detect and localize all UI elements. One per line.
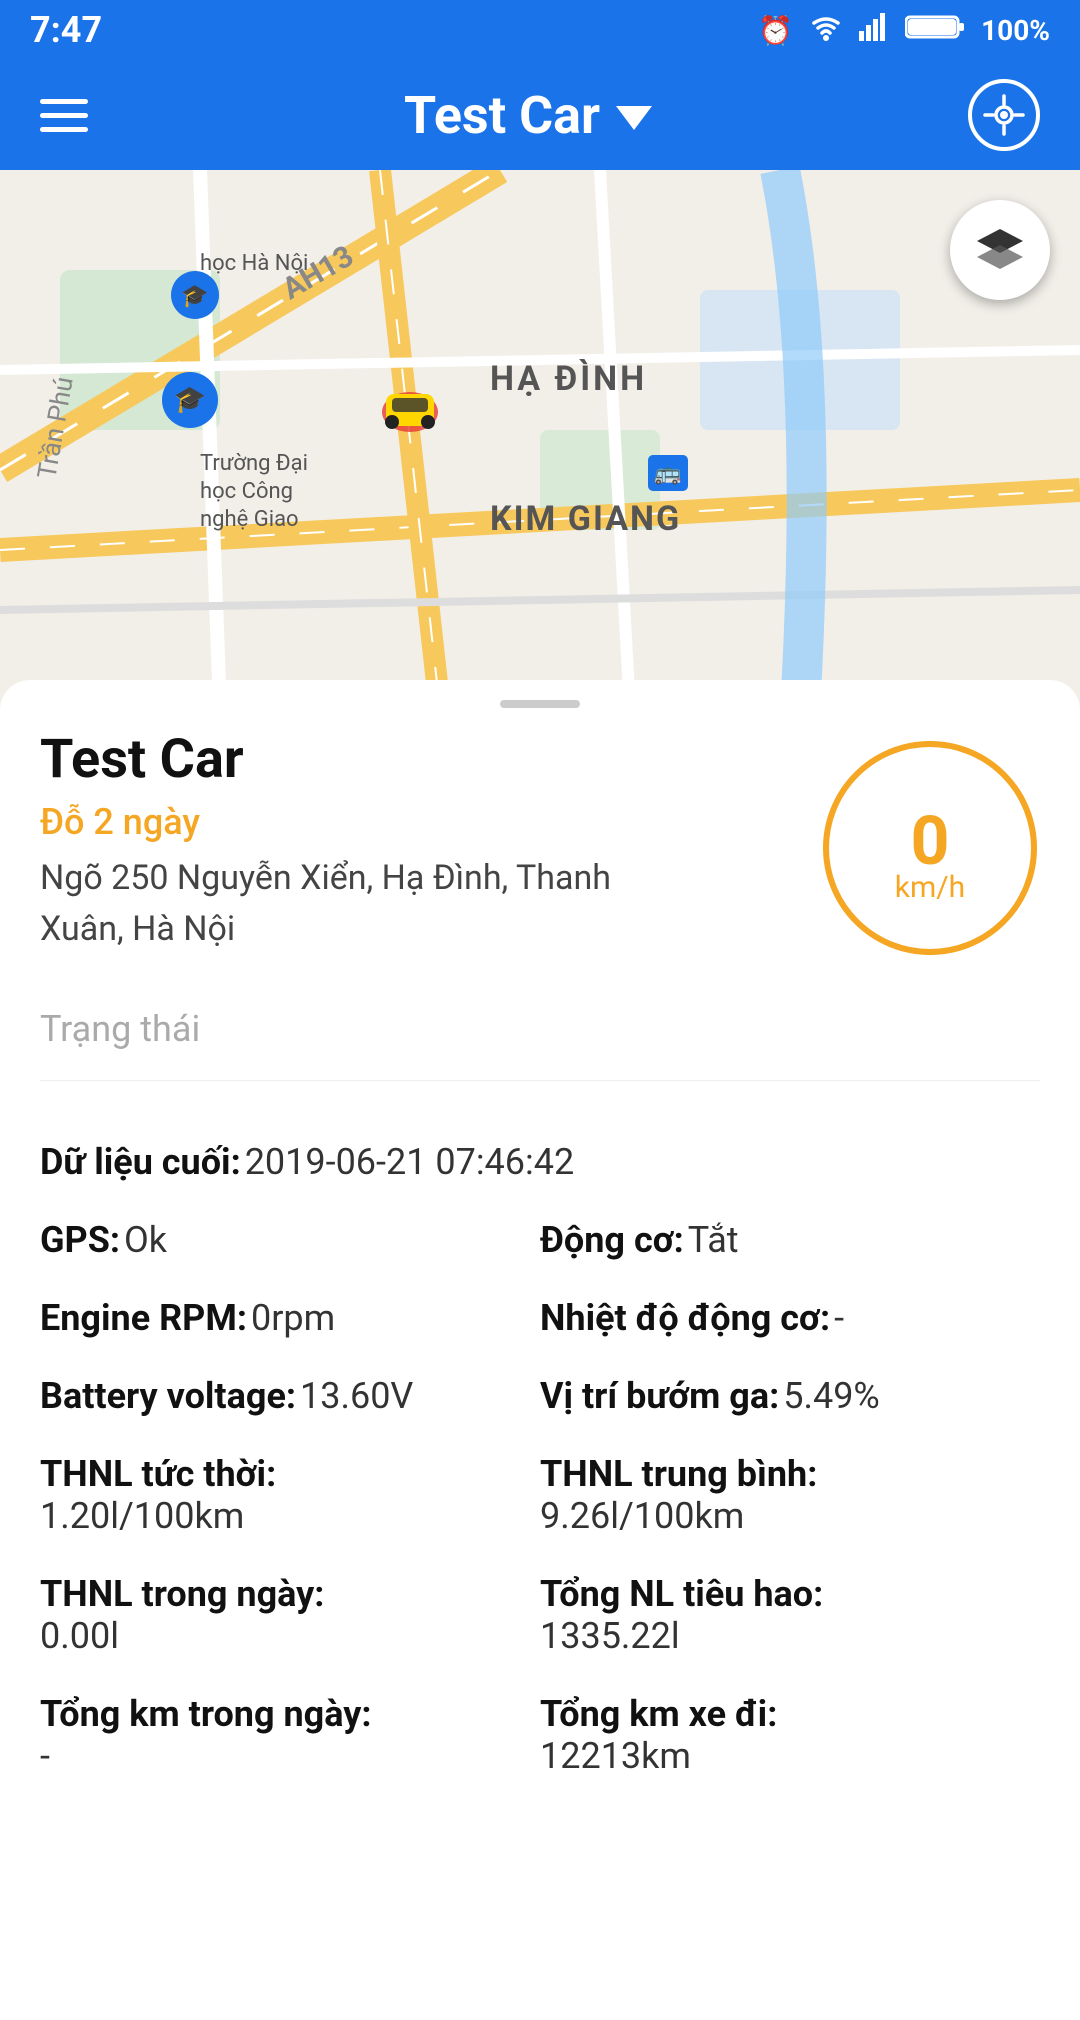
thnl-tucthoi-value: 1.20l/100km (40, 1495, 540, 1537)
vehicle-address: Ngõ 250 Nguyễn Xiển, Hạ Đình, Thanh Xuân… (40, 853, 620, 955)
gps-label: GPS: (40, 1219, 120, 1261)
speed-value: 0 (910, 807, 949, 875)
vehicle-status-text: Đỗ 2 ngày (40, 801, 820, 843)
trang-thai-section: Trạng thái (40, 978, 1040, 1081)
vehicle-selector[interactable]: Test Car (404, 85, 652, 146)
battery-vitri-row: Battery voltage: 13.60V Vị trí bướm ga: … (40, 1375, 1040, 1417)
rpm-label: Engine RPM: (40, 1297, 247, 1339)
status-bar: 7:47 ⏰ (0, 0, 1080, 60)
tongNL-label: Tổng NL tiêu hao: (540, 1573, 1040, 1615)
vehicle-name: Test Car (40, 728, 820, 791)
thnl-trongngay-label: THNL trong ngày: (40, 1573, 540, 1615)
tongkm-xedi-col: Tổng km xe đi: 12213km (540, 1693, 1040, 1777)
nhietdo-label: Nhiệt độ động cơ: (540, 1297, 830, 1339)
speedometer: 0 km/h (820, 738, 1040, 958)
thnl-tongNL-row: THNL trong ngày: 0.00l Tổng NL tiêu hao:… (40, 1573, 1040, 1657)
tongkm-trongngay-col: Tổng km trong ngày: - (40, 1693, 540, 1777)
menu-button[interactable] (40, 99, 88, 132)
thnl-trungbinh-label: THNL trung bình: (540, 1453, 1040, 1495)
vitribuomga-col: Vị trí bướm ga: 5.49% (540, 1375, 1040, 1417)
car-marker (370, 370, 450, 450)
dongco-col: Động cơ: Tắt (540, 1219, 1040, 1261)
dongco-label: Động cơ: (540, 1219, 684, 1261)
tongNL-col: Tổng NL tiêu hao: 1335.22l (540, 1573, 1040, 1657)
tongkm-trongngay-value: - (40, 1735, 540, 1777)
vehicle-info: Test Car Đỗ 2 ngày Ngõ 250 Nguyễn Xiển, … (40, 728, 820, 955)
top-bar: Test Car (0, 60, 1080, 170)
svg-text:học Công: học Công (200, 479, 293, 504)
top-bar-vehicle-name: Test Car (404, 85, 600, 146)
tongkm-xedi-label: Tổng km xe đi: (540, 1693, 1040, 1735)
svg-text:🚌: 🚌 (654, 461, 681, 486)
vitribuomga-label: Vị trí bướm ga: (540, 1375, 779, 1417)
vitribuomga-value: 5.49% (783, 1375, 880, 1417)
panel-handle[interactable] (40, 680, 1040, 728)
thnl-trungbinh-col: THNL trung bình: 9.26l/100km (540, 1453, 1040, 1537)
nhietdo-value: - (834, 1297, 844, 1339)
rpm-col: Engine RPM: 0rpm (40, 1297, 540, 1339)
rpm-value: 0rpm (251, 1297, 335, 1339)
rpm-nhietdo-row: Engine RPM: 0rpm Nhiệt độ động cơ: - (40, 1297, 1040, 1339)
data-section: Dữ liệu cuối: 2019-06-21 07:46:42 GPS: O… (40, 1111, 1040, 1777)
svg-text:nghệ Giao: nghệ Giao (200, 507, 299, 532)
tongNL-value: 1335.22l (540, 1615, 1040, 1657)
thnl-trongngay-col: THNL trong ngày: 0.00l (40, 1573, 540, 1657)
speed-unit: km/h (895, 870, 965, 905)
status-time: 7:47 (30, 9, 102, 51)
tongkm-trongngay-label: Tổng km trong ngày: (40, 1693, 540, 1735)
chevron-down-icon (616, 106, 652, 130)
svg-text:Trường Đại: Trường Đại (200, 451, 308, 476)
gps-value: Ok (124, 1219, 167, 1261)
battery-label: Battery voltage: (40, 1375, 296, 1417)
gps-dongco-row: GPS: Ok Động cơ: Tắt (40, 1219, 1040, 1261)
map-view[interactable]: AH13 Trần Phú HẠ ĐÌNH KIM GIANG 🎓 Trường… (0, 170, 1080, 710)
alarm-icon: ⏰ (758, 14, 793, 47)
battery-value: 13.60V (300, 1375, 413, 1417)
map-layer-button[interactable] (950, 200, 1050, 300)
thnl-trongngay-value: 0.00l (40, 1615, 540, 1657)
thnl-row: THNL tức thời: 1.20l/100km THNL trung bì… (40, 1453, 1040, 1537)
battery-col: Battery voltage: 13.60V (40, 1375, 540, 1417)
svg-text:🎓: 🎓 (181, 284, 208, 309)
dongco-value: Tắt (688, 1219, 739, 1261)
svg-text:HẠ ĐÌNH: HẠ ĐÌNH (490, 359, 647, 399)
location-button[interactable] (968, 79, 1040, 151)
tongkm-row: Tổng km trong ngày: - Tổng km xe đi: 122… (40, 1693, 1040, 1777)
battery-percentage: 100% (981, 14, 1050, 47)
svg-text:🎓: 🎓 (174, 385, 206, 415)
dulieu-cuoi-value: 2019-06-21 07:46:42 (245, 1141, 575, 1183)
handle-bar (500, 700, 580, 708)
vehicle-header: Test Car Đỗ 2 ngày Ngõ 250 Nguyễn Xiển, … (40, 728, 1040, 958)
vehicle-detail-panel: Test Car Đỗ 2 ngày Ngõ 250 Nguyễn Xiển, … (0, 680, 1080, 2020)
nhietdo-col: Nhiệt độ động cơ: - (540, 1297, 1040, 1339)
thnl-tucthoi-col: THNL tức thời: 1.20l/100km (40, 1453, 540, 1537)
dulieu-cuoi-row: Dữ liệu cuối: 2019-06-21 07:46:42 (40, 1141, 1040, 1183)
wifi-icon (809, 13, 843, 48)
battery-icon (905, 13, 965, 48)
trang-thai-label: Trạng thái (40, 1008, 200, 1050)
tongkm-xedi-value: 12213km (540, 1735, 1040, 1777)
thnl-trungbinh-value: 9.26l/100km (540, 1495, 1040, 1537)
thnl-tucthoi-label: THNL tức thời: (40, 1453, 540, 1495)
svg-text:KIM GIANG: KIM GIANG (490, 499, 681, 539)
signal-icon (859, 13, 889, 48)
gps-col: GPS: Ok (40, 1219, 540, 1261)
dulieu-cuoi-label: Dữ liệu cuối: (40, 1141, 241, 1183)
svg-text:học Hà Nội: học Hà Nội (200, 251, 308, 276)
status-icons: ⏰ (758, 13, 1050, 48)
